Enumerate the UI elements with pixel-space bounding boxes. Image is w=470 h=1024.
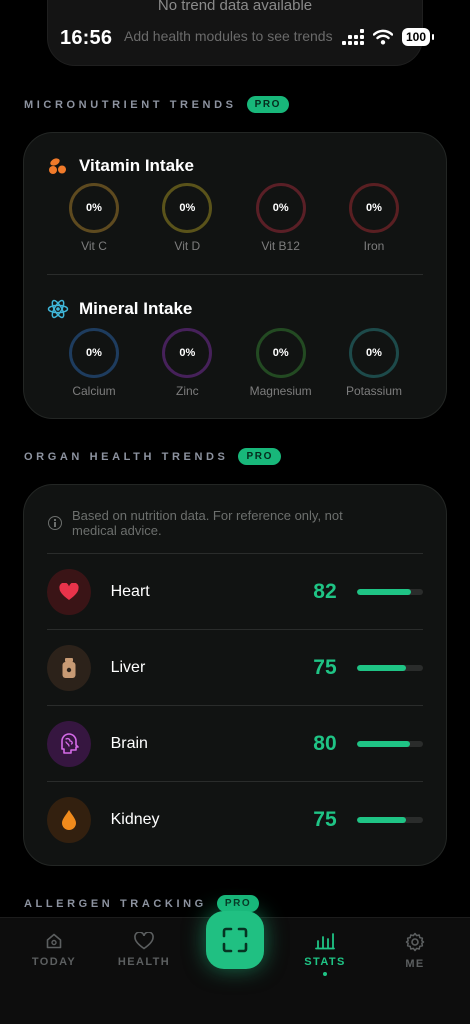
- mineral-label: Magnesium: [249, 384, 312, 398]
- organ-score: 75: [313, 655, 337, 679]
- micronutrient-section-header: MICRONUTRIENT TRENDS PRO: [24, 96, 290, 113]
- disclaimer: Based on nutrition data. For reference o…: [48, 508, 388, 538]
- nav-label: ME: [405, 958, 425, 970]
- allergen-section-header: ALLERGEN TRACKING PRO: [24, 895, 260, 912]
- wifi-icon: [372, 29, 393, 45]
- vitamin-label: Vit B12: [261, 239, 300, 253]
- organ-score-fill: [356, 740, 410, 747]
- organ-score-bar: [356, 740, 423, 747]
- section-title: MICRONUTRIENT TRENDS: [24, 98, 237, 111]
- mineral-item[interactable]: 0% Calcium: [64, 328, 124, 398]
- organ-score: 82: [313, 579, 337, 603]
- organ-score: 75: [313, 807, 337, 831]
- nav-today[interactable]: TODAY: [19, 932, 89, 968]
- mineral-label: Zinc: [175, 384, 199, 398]
- vitamin-label: Vit D: [174, 239, 201, 253]
- bar-chart-icon: [315, 933, 335, 950]
- info-icon: [48, 516, 62, 530]
- nav-label: TODAY: [31, 956, 77, 968]
- organ-score-fill: [356, 588, 412, 595]
- section-title: ORGAN HEALTH TRENDS: [24, 450, 229, 463]
- mineral-ring: 0%: [162, 328, 213, 378]
- vitamin-ring: 0%: [255, 183, 306, 233]
- status-icons: 100: [341, 28, 435, 46]
- organ-row-kidney[interactable]: Kidney 75: [47, 781, 423, 857]
- pro-badge[interactable]: PRO: [246, 96, 290, 113]
- vitamin-item[interactable]: 0% Vit C: [64, 183, 124, 253]
- pro-badge[interactable]: PRO: [238, 448, 281, 465]
- vitamin-ring: 0%: [162, 183, 213, 233]
- mineral-intake-header: Mineral Intake: [47, 298, 192, 320]
- nav-stats[interactable]: STATS: [290, 932, 360, 976]
- heart-icon: [47, 568, 91, 615]
- pills-icon: [49, 158, 66, 174]
- active-indicator: [323, 972, 327, 976]
- organ-score: 80: [313, 731, 337, 755]
- nav-health[interactable]: HEALTH: [109, 932, 179, 968]
- mineral-item[interactable]: 0% Potassium: [344, 328, 404, 398]
- empty-title: No trend data available: [157, 0, 313, 14]
- organ-row-heart[interactable]: Heart 82: [47, 553, 423, 629]
- organ-score-fill: [356, 664, 407, 671]
- divider: [47, 274, 423, 275]
- mineral-ring: 0%: [69, 328, 119, 378]
- vitamin-ring: 0%: [348, 183, 399, 233]
- signal-icon: [341, 29, 364, 45]
- nav-label: STATS: [304, 956, 346, 968]
- mineral-ring: 0%: [255, 328, 306, 378]
- organ-score-bar: [356, 664, 423, 671]
- vitamin-item[interactable]: 0% Vit B12: [251, 183, 311, 253]
- organ-score-bar: [356, 588, 423, 595]
- liver-bottle-icon: [47, 644, 91, 691]
- vitamin-label: Vit C: [81, 239, 107, 253]
- organ-name: Brain: [110, 734, 148, 752]
- vitamin-label: Iron: [363, 239, 385, 253]
- mineral-label: Potassium: [345, 384, 402, 398]
- home-icon: [46, 933, 62, 949]
- mineral-intake-title: Mineral Intake: [79, 299, 193, 318]
- pro-badge[interactable]: PRO: [216, 895, 260, 912]
- nav-label: HEALTH: [117, 956, 171, 968]
- organ-row-brain[interactable]: Brain 80: [47, 705, 423, 781]
- organ-score-fill: [356, 816, 407, 823]
- organ-name: Kidney: [110, 810, 160, 828]
- organ-row-liver[interactable]: Liver 75: [47, 629, 423, 705]
- mineral-item[interactable]: 0% Magnesium: [249, 328, 312, 398]
- scan-button[interactable]: [206, 911, 264, 969]
- mineral-rings: 0% Calcium 0% Zinc 0% Magnesium 0% Potas…: [64, 328, 404, 398]
- mineral-ring: 0%: [348, 328, 399, 378]
- status-time: 16:56: [60, 27, 113, 49]
- section-title: ALLERGEN TRACKING: [24, 897, 207, 910]
- organ-name: Heart: [110, 582, 150, 600]
- vitamin-intake-header: Vitamin Intake: [47, 156, 194, 176]
- vitamin-intake-title: Vitamin Intake: [79, 156, 194, 175]
- vitamin-ring: 0%: [69, 183, 119, 233]
- brain-icon: [47, 720, 91, 767]
- vitamin-item[interactable]: 0% Vit D: [157, 183, 217, 253]
- nav-me[interactable]: ME: [380, 932, 450, 970]
- mineral-label: Calcium: [72, 384, 116, 398]
- organ-health-section-header: ORGAN HEALTH TRENDS PRO: [24, 448, 281, 465]
- atom-icon: [47, 299, 69, 319]
- mineral-item[interactable]: 0% Zinc: [157, 328, 217, 398]
- gear-icon: [405, 932, 425, 952]
- empty-subtitle: Add health modules to see trends: [124, 28, 333, 44]
- battery-indicator: 100: [401, 28, 435, 46]
- scan-icon: [222, 927, 248, 953]
- vitamin-rings: 0% Vit C 0% Vit D 0% Vit B12 0% Iron: [64, 183, 404, 253]
- organ-score-bar: [356, 816, 423, 823]
- organ-health-card: Based on nutrition data. For reference o…: [23, 484, 447, 866]
- heart-outline-icon: [134, 932, 154, 950]
- kidney-drop-icon: [47, 796, 91, 843]
- disclaimer-text: Based on nutrition data. For reference o…: [72, 508, 343, 538]
- micronutrient-card: Vitamin Intake 0% Vit C 0% Vit D 0% Vit …: [23, 132, 447, 419]
- organ-name: Liver: [110, 658, 146, 676]
- vitamin-item[interactable]: 0% Iron: [344, 183, 404, 253]
